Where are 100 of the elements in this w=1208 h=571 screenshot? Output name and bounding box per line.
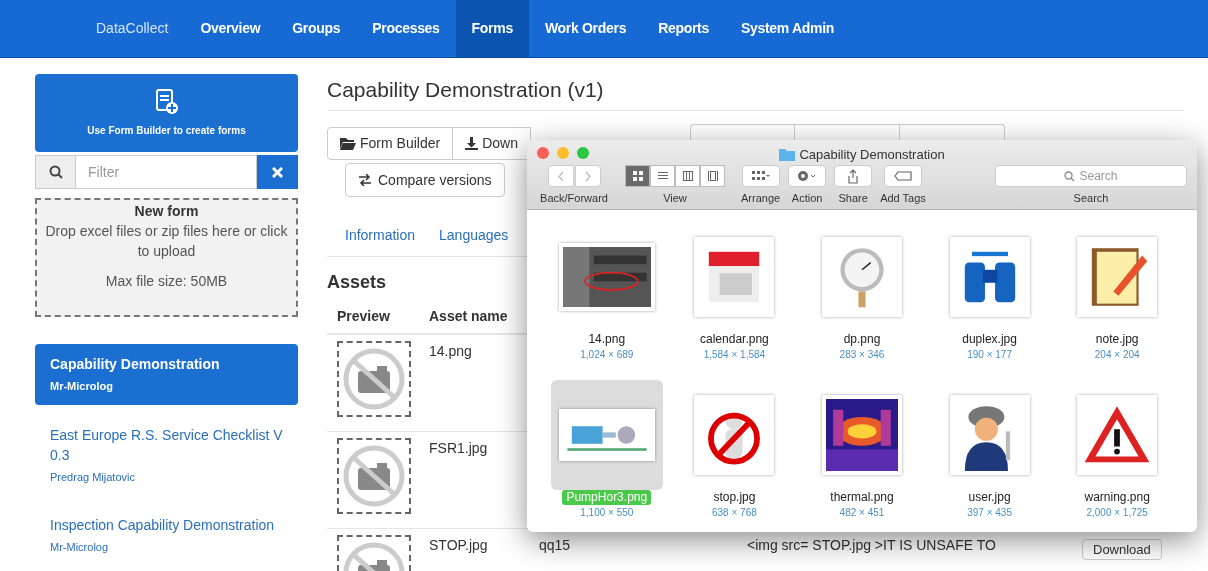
toolbar-label: Add Tags xyxy=(880,191,926,206)
section-tab[interactable]: Information xyxy=(345,225,416,246)
share-button[interactable] xyxy=(834,165,873,187)
back-button[interactable] xyxy=(547,165,574,187)
file-name: dp.png xyxy=(842,332,882,347)
file-name: warning.png xyxy=(1083,490,1151,505)
search-icon xyxy=(1064,170,1076,182)
file-item[interactable]: duplex.jpg 190 × 177 xyxy=(925,222,1054,362)
folder-icon xyxy=(779,148,796,162)
add-document-icon xyxy=(155,88,178,115)
toolbar-label: Back/Forward xyxy=(540,191,608,206)
tag-icon xyxy=(893,171,912,181)
file-name: PumpHor3.png xyxy=(562,490,652,505)
nav-link[interactable]: Reports xyxy=(642,0,725,57)
window-title: Capability Demonstration xyxy=(799,146,945,164)
view-mode-button[interactable] xyxy=(675,165,700,187)
nav-link[interactable]: System Admin xyxy=(724,0,851,57)
file-name: thermal.png xyxy=(829,490,895,505)
nav-link[interactable]: Overview xyxy=(184,0,277,57)
chevron-left-icon xyxy=(557,170,564,182)
nav-link[interactable]: Groups xyxy=(276,0,357,57)
assets-heading: Assets xyxy=(327,271,388,294)
file-item[interactable]: calendar.png 1,584 × 1,584 xyxy=(670,222,799,362)
form-title: East Europe R.S. Service Checklist V 0.3 xyxy=(50,425,283,465)
grid-icon xyxy=(751,171,770,181)
clear-filter-button[interactable] xyxy=(257,155,298,189)
dropzone-title: New form xyxy=(134,202,199,221)
column-header: Preview xyxy=(336,307,391,326)
file-item[interactable]: user.jpg 397 × 435 xyxy=(925,380,1054,520)
section-tab[interactable]: Languages xyxy=(439,225,509,246)
asset-name: FSR1.jpg xyxy=(429,439,488,458)
view-icon xyxy=(657,171,668,181)
file-name: note.jpg xyxy=(1094,332,1140,347)
file-item[interactable]: dp.png 283 × 346 xyxy=(798,222,926,362)
file-item[interactable]: note.jpg 204 × 204 xyxy=(1053,222,1181,362)
toolbar-button[interactable]: Form Builder xyxy=(327,127,454,160)
filter-field[interactable]: Filter xyxy=(76,155,257,189)
asset-name: 14.png xyxy=(429,342,472,361)
toolbar-label: Share xyxy=(838,191,868,206)
view-icon xyxy=(682,171,693,181)
form-list-item[interactable]: East Europe R.S. Service Checklist V 0.3 Predrag Mijatovic xyxy=(35,414,298,495)
table-cell-text: qq15 xyxy=(539,536,571,555)
asset-name: STOP.jpg xyxy=(429,536,488,555)
view-mode-button[interactable] xyxy=(625,165,650,187)
image-dimensions: 204 × 204 xyxy=(1094,348,1140,362)
toolbar-label: Arrange xyxy=(741,191,781,206)
toolbar-label: Search xyxy=(1073,191,1109,206)
upload-dropzone[interactable]: New form Drop excel files or zip files here or click to upload Max file size: 50MB xyxy=(35,198,298,317)
nav-link[interactable]: Processes xyxy=(356,0,456,57)
nav-link[interactable]: Work Orders xyxy=(528,0,643,57)
form-author: Predrag Mijatovic xyxy=(50,469,136,485)
form-author: Mr-Microlog xyxy=(50,379,114,394)
form-title: Capability Demonstration xyxy=(50,355,221,374)
view-mode-button[interactable] xyxy=(700,165,725,187)
image-dimensions: 1,024 × 689 xyxy=(580,348,634,362)
compare-versions-button[interactable]: Compare versions xyxy=(345,163,505,197)
form-builder-button[interactable]: Use Form Builder to create forms xyxy=(35,74,298,152)
chevron-right-icon xyxy=(584,170,591,182)
form-list-item[interactable]: Inspection Capability Demonstration Mr-Microlog xyxy=(35,505,298,566)
form-author: Mr-Microlog xyxy=(50,540,110,555)
view-mode-button[interactable] xyxy=(650,165,675,187)
close-window-button[interactable] xyxy=(537,147,549,159)
tag-button[interactable] xyxy=(883,165,922,187)
view-icon xyxy=(707,171,718,181)
view-icon xyxy=(632,171,643,181)
form-title: Inspection Capability Demonstration xyxy=(50,516,276,535)
action-button[interactable] xyxy=(788,165,827,187)
image-dimensions: 1,100 × 550 xyxy=(580,506,634,520)
minimize-window-button[interactable] xyxy=(557,147,569,159)
arrange-button[interactable] xyxy=(741,165,780,187)
file-name: stop.jpg xyxy=(712,490,757,505)
file-item[interactable]: 14.png 1,024 × 689 xyxy=(543,222,671,362)
column-header: Asset name xyxy=(428,307,509,326)
image-dimensions: 638 × 768 xyxy=(712,506,757,520)
file-item[interactable]: warning.png 2,000 × 1,725 xyxy=(1053,380,1181,520)
file-item[interactable]: stop.jpg 638 × 768 xyxy=(670,380,799,520)
download-icon xyxy=(465,137,479,150)
form-list-item[interactable]: Capability Demonstration Mr-Microlog xyxy=(35,344,298,405)
download-button[interactable]: Download xyxy=(1082,539,1162,560)
image-dimensions: 397 × 435 xyxy=(967,506,1012,520)
file-name: calendar.png xyxy=(699,332,770,347)
file-size-limit: Max file size: 50MB xyxy=(105,272,228,291)
close-icon xyxy=(272,166,283,178)
share-icon xyxy=(847,168,860,184)
forward-button[interactable] xyxy=(574,165,601,187)
nav-link[interactable]: Forms xyxy=(455,0,529,57)
image-dimensions: 1,584 × 1,584 xyxy=(703,348,766,362)
brand-link[interactable]: DataCollect xyxy=(80,0,185,57)
swap-arrows-icon xyxy=(358,174,372,186)
search-icon xyxy=(48,165,63,179)
file-name: 14.png xyxy=(587,332,627,347)
image-dimensions: 190 × 177 xyxy=(967,348,1012,362)
image-dimensions: 482 × 451 xyxy=(839,506,885,520)
table-cell-text: <img src= STOP.jpg >IT IS UNSAFE TO xyxy=(747,536,996,555)
image-dimensions: 283 × 346 xyxy=(839,348,885,362)
file-name: duplex.jpg xyxy=(961,332,1018,347)
image-dimensions: 2,000 × 1,725 xyxy=(1086,506,1148,520)
toolbar-label: View xyxy=(663,191,687,206)
zoom-window-button[interactable] xyxy=(577,147,589,159)
file-item[interactable]: thermal.png 482 × 451 xyxy=(798,380,926,520)
